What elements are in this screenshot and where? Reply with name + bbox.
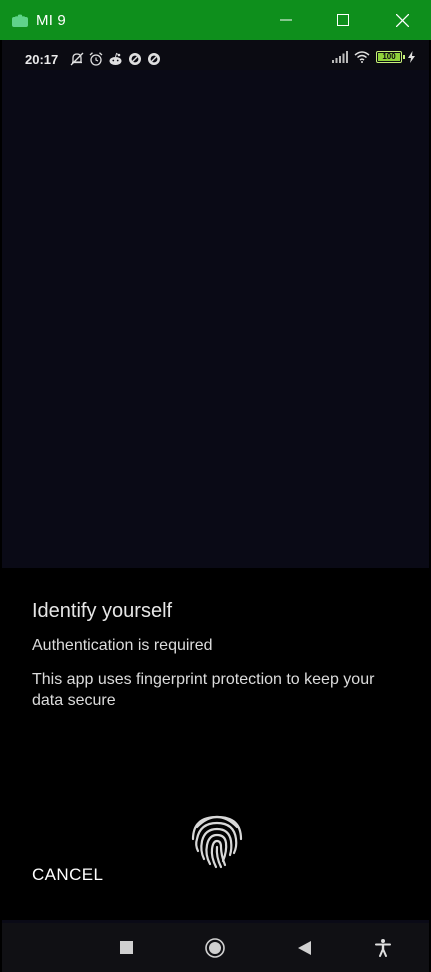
dialog-title: Identify yourself	[32, 600, 173, 622]
accessibility-icon	[375, 938, 391, 957]
cancel-button[interactable]: CANCEL	[32, 865, 103, 885]
battery-icon: 100	[376, 51, 405, 63]
recents-button[interactable]	[116, 923, 136, 972]
navigation-bar	[2, 923, 429, 972]
battery-level-text: 100	[382, 52, 396, 61]
close-icon	[395, 13, 409, 27]
app-icon	[129, 53, 141, 65]
biometric-prompt-dialog: Identify yourself Authentication is requ…	[2, 568, 429, 920]
reddit-icon	[109, 52, 122, 65]
fingerprint-icon[interactable]	[185, 809, 249, 873]
window-title: MI 9	[36, 12, 66, 29]
back-button[interactable]	[294, 923, 314, 972]
home-button[interactable]	[203, 923, 227, 972]
accessibility-button[interactable]	[373, 923, 393, 972]
alarm-icon	[89, 52, 103, 66]
app-icon	[148, 53, 160, 65]
minimize-icon	[280, 19, 292, 21]
system-icons: 100	[332, 51, 415, 63]
maximize-icon	[337, 14, 349, 26]
close-button[interactable]	[379, 0, 425, 40]
recents-icon	[119, 941, 133, 954]
dialog-subtitle: Authentication is required	[32, 637, 213, 654]
signal-icon	[332, 51, 348, 63]
dialog-description: This app uses fingerprint protection to …	[32, 671, 375, 709]
notification-icons	[70, 52, 161, 66]
phone-screen: 20:17 100 Identify yourself Authenticati…	[2, 40, 429, 972]
window-titlebar: MI 9	[0, 0, 431, 40]
status-bar: 20:17 100	[2, 40, 429, 70]
wifi-icon	[354, 51, 370, 63]
charging-icon	[408, 51, 415, 63]
maximize-button[interactable]	[320, 0, 366, 40]
bell-off-icon	[70, 52, 84, 66]
app-content-area	[2, 70, 429, 568]
android-logo-icon	[12, 14, 28, 27]
minimize-button[interactable]	[263, 0, 309, 40]
back-icon	[297, 940, 311, 955]
status-time: 20:17	[25, 52, 59, 67]
home-icon	[205, 937, 225, 958]
